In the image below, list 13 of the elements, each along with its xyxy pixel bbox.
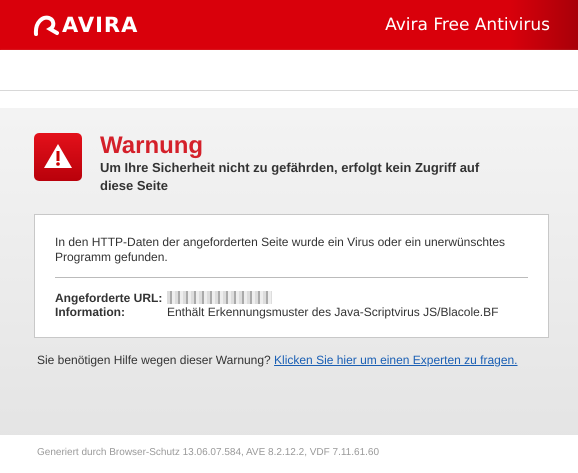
- field-label: Angeforderte URL:: [55, 291, 164, 305]
- detection-message: In den HTTP-Daten der angeforderten Seite wurde ein Virus oder ein unerwünschtes Programm gefunden.: [55, 235, 506, 265]
- help-question: Sie benötigen Hilfe wegen dieser Warnung?: [37, 353, 271, 367]
- logo-text: AVIRA: [62, 13, 138, 37]
- field-value: Enthält Erkennungsmuster des Java-Scriptvirus JS/Blacole.BF: [167, 305, 498, 319]
- field-label: Information:: [55, 305, 126, 319]
- warning-subtitle: Um Ihre Sicherheit nicht zu gefährden, erfolgt kein Zugriff auf diese Seite: [100, 159, 480, 195]
- warning-title: Warnung: [100, 133, 204, 159]
- umbrella-logo-icon: [33, 14, 59, 36]
- product-name: Avira Free Antivirus: [385, 15, 550, 35]
- expert-link[interactable]: Klicken Sie hier um einen Experten zu fragen.: [274, 353, 518, 367]
- warning-icon: [34, 133, 82, 181]
- footer-version-text: Generiert durch Browser-Schutz 13.06.07.584, AVE 8.2.12.2, VDF 7.11.61.60: [37, 447, 380, 458]
